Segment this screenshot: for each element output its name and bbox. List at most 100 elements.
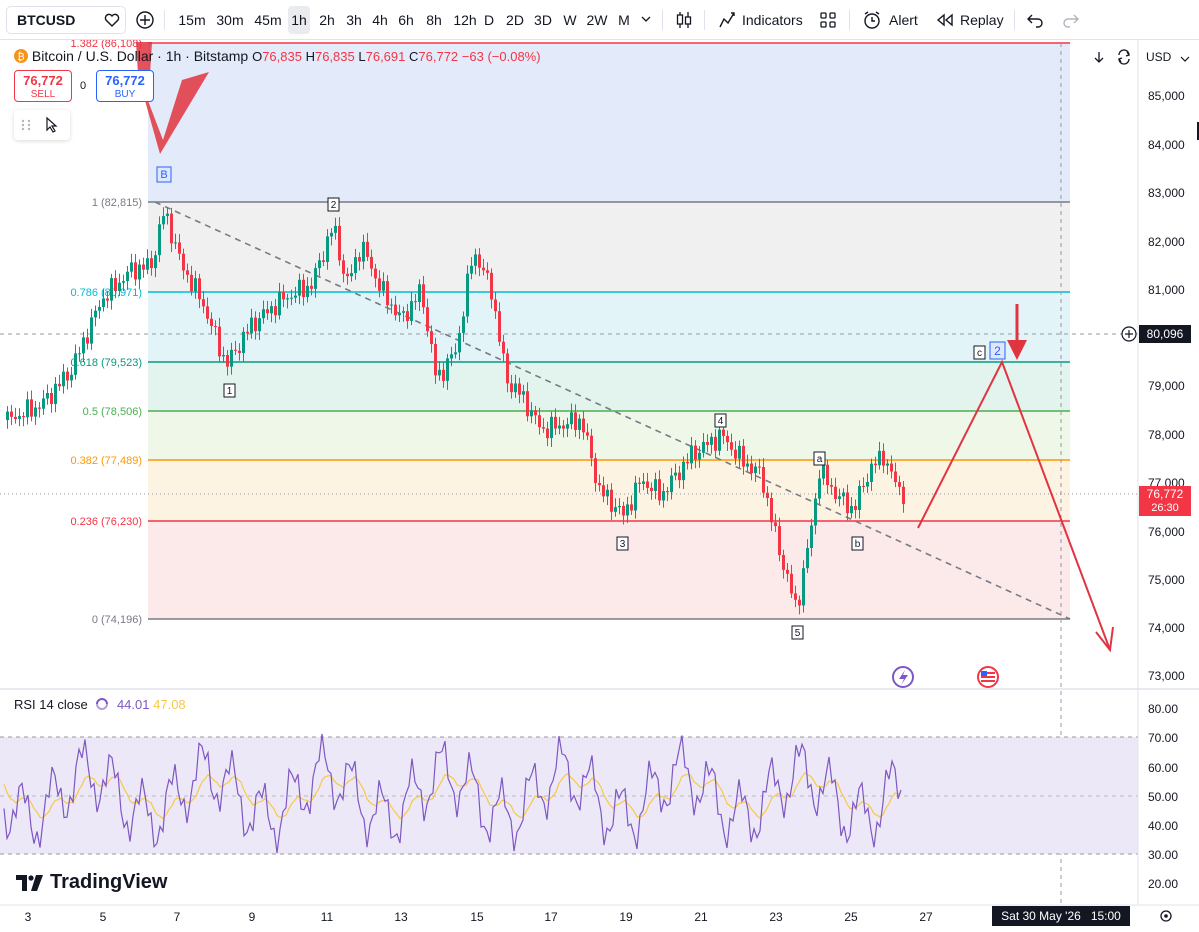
rsi-axis[interactable]: 80.00 70.00 60.00 50.00 40.00 30.00 20.0…: [1148, 702, 1178, 891]
price-tick: 73,000: [1148, 669, 1185, 683]
indicators-button[interactable]: Indicators: [714, 6, 806, 34]
wave-label-1[interactable]: 1: [223, 383, 236, 398]
rsi-title[interactable]: RSI 14 close: [14, 697, 88, 712]
candle-body: [482, 267, 485, 271]
svg-text:76,772: 76,772: [1147, 487, 1184, 501]
timeframe-2W[interactable]: 2W: [585, 6, 609, 34]
timeframe-4h[interactable]: 4h: [369, 6, 391, 34]
sell-button[interactable]: 76,772 SELL: [14, 70, 72, 102]
candle-body: [654, 479, 657, 491]
wave-label-2-projected[interactable]: 2: [989, 341, 1006, 360]
time-axis[interactable]: 3 5 7 9 11 13 15 17 19 21 23 25 27: [25, 910, 933, 924]
layout-grid-icon[interactable]: [819, 11, 837, 29]
candle-body: [258, 318, 261, 332]
svg-text:21: 21: [694, 910, 708, 924]
drag-handle-icon[interactable]: [20, 118, 32, 132]
compare-plus-icon[interactable]: [135, 10, 155, 30]
candle-body: [598, 482, 601, 486]
fib-zone-0786: [148, 292, 1070, 362]
currency-selector[interactable]: USD: [1146, 50, 1171, 64]
candle-body: [590, 435, 593, 459]
candle-body: [86, 337, 89, 344]
candle-body: [230, 349, 233, 367]
candle-body: [862, 485, 865, 487]
alert-button[interactable]: Alert: [860, 6, 922, 34]
wave-label-b[interactable]: b: [851, 536, 864, 551]
redo-icon[interactable]: [1062, 11, 1080, 29]
candle-body: [278, 291, 281, 316]
timeframe-D[interactable]: D: [480, 6, 498, 34]
wave-label-5[interactable]: 5: [791, 625, 804, 640]
symbol-title[interactable]: Bitcoin / U.S. Dollar · 1h · Bitstamp: [32, 48, 248, 64]
timeframe-3h[interactable]: 3h: [343, 6, 365, 34]
candle-body: [778, 526, 781, 556]
candle-body: [614, 507, 617, 512]
candle-body: [674, 472, 677, 476]
wave-label-b-upper[interactable]: B: [156, 166, 172, 183]
candle-body: [250, 317, 253, 334]
timeframe-6h[interactable]: 6h: [395, 6, 417, 34]
undo-icon[interactable]: [1026, 11, 1044, 29]
fib-zone-0236: [148, 521, 1070, 619]
ohlc-values: O76,835 H76,835 L76,691 C76,772 −63 (−0.…: [252, 49, 541, 64]
timeframe-12h[interactable]: 12h: [451, 6, 479, 34]
timeframe-M[interactable]: M: [614, 6, 634, 34]
chart-legend: ₿ Bitcoin / U.S. Dollar · 1h · Bitstamp …: [14, 48, 541, 64]
price-tick: 75,000: [1148, 573, 1185, 587]
cursor-arrow-icon[interactable]: [44, 116, 60, 134]
candle-body: [146, 258, 149, 270]
candle-body: [474, 254, 477, 266]
candle-body: [14, 416, 17, 419]
candle-body: [558, 425, 561, 429]
svg-text:27: 27: [919, 910, 933, 924]
svg-text:3: 3: [25, 910, 32, 924]
candle-body: [882, 450, 885, 466]
wave-label-a[interactable]: a: [813, 451, 826, 466]
wave-label-4[interactable]: 4: [714, 413, 727, 428]
tradingview-logo[interactable]: TradingView: [16, 871, 167, 894]
price-tick: 76,000: [1148, 525, 1185, 539]
floating-drawing-toolbar[interactable]: [14, 110, 70, 140]
timeframe-3D[interactable]: 3D: [531, 6, 555, 34]
timeframe-W[interactable]: W: [560, 6, 580, 34]
timeframe-45m[interactable]: 45m: [252, 6, 284, 34]
event-icons: [892, 666, 999, 688]
candle-body: [902, 486, 905, 505]
timeframe-2h[interactable]: 2h: [316, 6, 338, 34]
candle-body: [286, 298, 289, 300]
chart-canvas[interactable]: 1.382 (86,108) 1 (82,815) 0.786 (80,971)…: [0, 40, 1199, 932]
candle-body: [350, 273, 353, 277]
fib-labels: 1.382 (86,108) 1 (82,815) 0.786 (80,971)…: [70, 40, 142, 626]
reset-chart-icon[interactable]: [1116, 49, 1132, 65]
candle-body: [866, 481, 869, 487]
candle-body: [498, 311, 501, 342]
rsi-ma-value: 47.08: [153, 697, 186, 712]
replay-button[interactable]: Replay: [934, 6, 1006, 34]
candle-body: [842, 492, 845, 497]
timeframe-30m[interactable]: 30m: [214, 6, 246, 34]
chevron-down-icon[interactable]: [641, 14, 651, 24]
timeframe-2D[interactable]: 2D: [503, 6, 527, 34]
wave-label-2[interactable]: 2: [327, 197, 340, 212]
candle-body: [118, 282, 121, 292]
candles-icon[interactable]: [674, 10, 694, 30]
candle-body: [310, 285, 313, 289]
candle-body: [750, 463, 753, 474]
candle-body: [762, 467, 765, 493]
timeframe-15m[interactable]: 15m: [176, 6, 208, 34]
candle-body: [802, 568, 805, 606]
chevron-down-icon[interactable]: [1180, 54, 1190, 64]
svg-text:30.00: 30.00: [1148, 848, 1178, 862]
candle-body: [510, 383, 513, 393]
wave-label-3[interactable]: 3: [616, 536, 629, 551]
heart-icon[interactable]: [103, 11, 121, 29]
symbol-search[interactable]: BTCUSD: [6, 6, 126, 34]
buy-button[interactable]: 76,772 BUY: [96, 70, 154, 102]
timeframe-8h[interactable]: 8h: [421, 6, 447, 34]
fib-label: 0.786 (80,971): [70, 287, 142, 299]
timeframe-1h[interactable]: 1h: [288, 6, 310, 34]
price-axis[interactable]: 85,000 84,000 83,000 82,000 81,000 79,00…: [1148, 89, 1185, 683]
candle-body: [222, 355, 225, 357]
wave-label-c[interactable]: c: [973, 345, 986, 360]
scroll-down-arrow-icon[interactable]: [1091, 49, 1107, 65]
